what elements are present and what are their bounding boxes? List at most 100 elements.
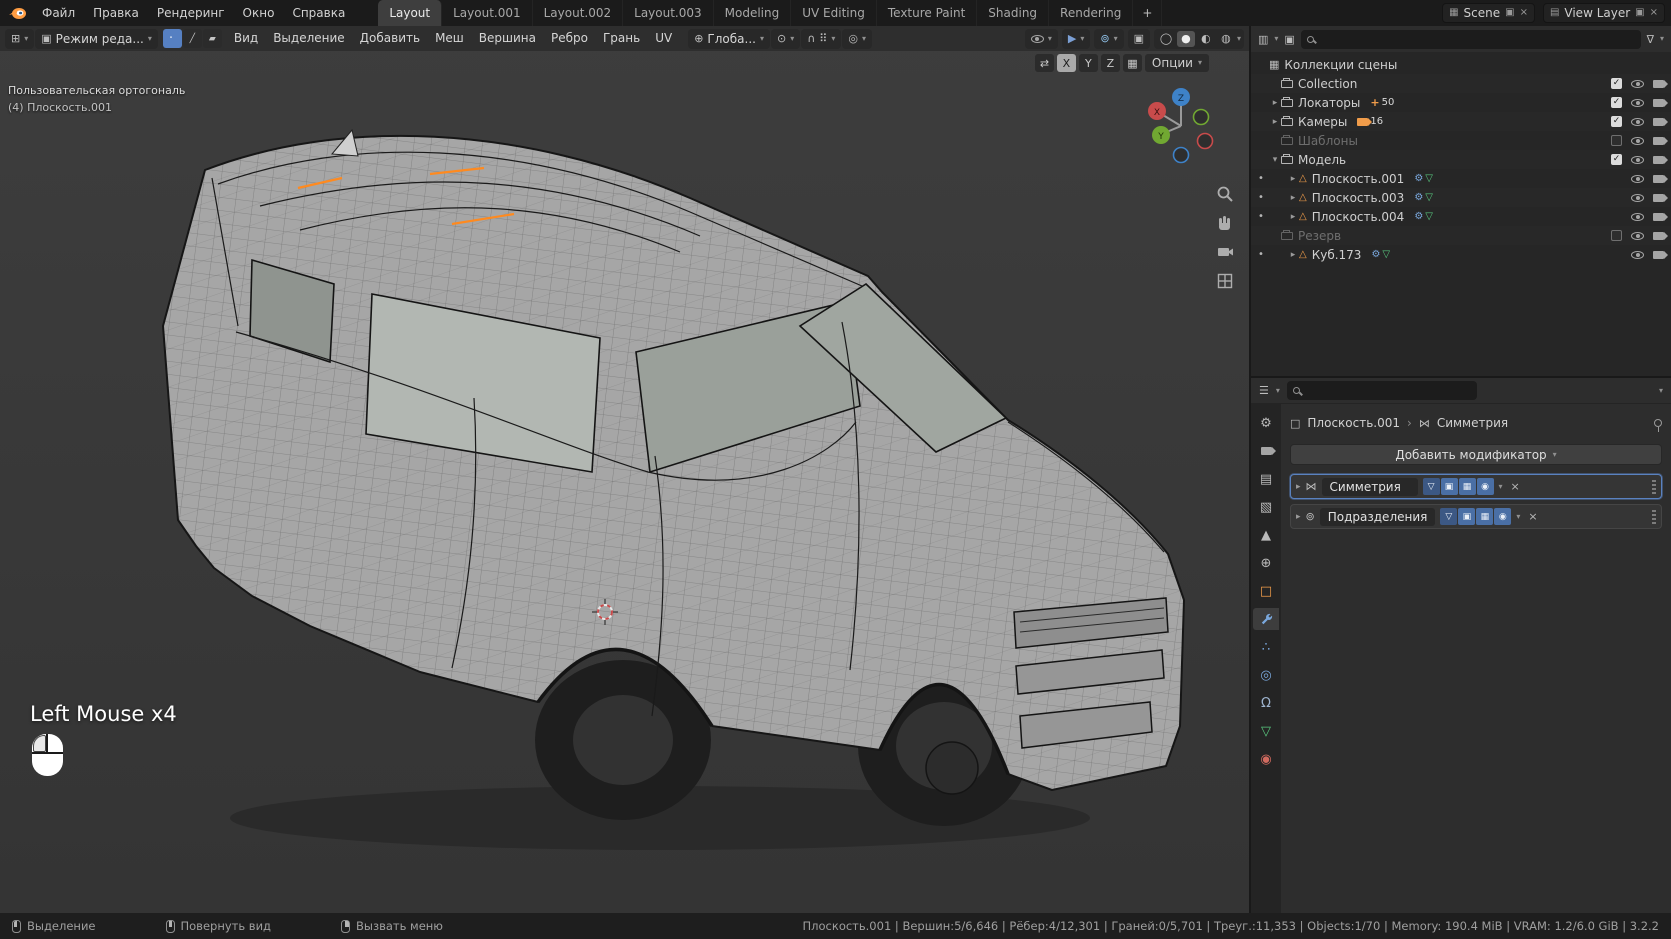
- outliner-row-shablony[interactable]: Шаблоны: [1251, 131, 1671, 150]
- axis-y-button[interactable]: Y: [1079, 54, 1098, 72]
- workspace-tab-layout-001[interactable]: Layout.001: [442, 0, 533, 26]
- exclude-checkbox[interactable]: ✓: [1611, 154, 1622, 165]
- workspace-tab-layout-003[interactable]: Layout.003: [623, 0, 714, 26]
- navigation-gizmo[interactable]: Z X Y: [1139, 84, 1223, 171]
- tab-view-layer[interactable]: ▧: [1253, 496, 1279, 518]
- drag-handle[interactable]: [1652, 480, 1656, 494]
- workspace-tab-layout[interactable]: Layout: [378, 0, 442, 26]
- shading-solid-button[interactable]: ●: [1177, 31, 1195, 47]
- modifier-extras-chevron[interactable]: ▾: [1499, 483, 1503, 491]
- tab-scene[interactable]: ▲: [1253, 524, 1279, 546]
- view-layer-selector[interactable]: ▤ View Layer ▣ ×: [1543, 3, 1665, 23]
- exclude-checkbox[interactable]: [1611, 135, 1622, 146]
- xray-toggle[interactable]: ▣: [1128, 29, 1150, 49]
- render-toggle[interactable]: ◉: [1477, 478, 1494, 495]
- proportional-edit-toggle[interactable]: ◎▾: [842, 29, 872, 49]
- exclude-checkbox[interactable]: ✓: [1611, 97, 1622, 108]
- tab-output[interactable]: ▤: [1253, 468, 1279, 490]
- breadcrumb-object[interactable]: Плоскость.001: [1307, 416, 1400, 430]
- shading-wireframe-button[interactable]: ◯: [1157, 31, 1175, 47]
- menu-select[interactable]: Выделение: [266, 26, 351, 51]
- scene-selector[interactable]: ▦ Scene ▣ ×: [1442, 3, 1535, 23]
- menu-view[interactable]: Вид: [227, 26, 265, 51]
- outliner-row-model[interactable]: ▾ Модель ✓: [1251, 150, 1671, 169]
- tab-world[interactable]: ⊕: [1253, 552, 1279, 574]
- render-visibility-icon[interactable]: [1653, 251, 1664, 259]
- menu-render[interactable]: Рендеринг: [148, 0, 234, 26]
- expand-arrow-icon[interactable]: ▸: [1296, 512, 1301, 522]
- render-visibility-icon[interactable]: [1653, 232, 1664, 240]
- workspace-tab-layout-002[interactable]: Layout.002: [533, 0, 624, 26]
- outliner-row-ploskost-003[interactable]: • ▸△ Плоскость.003 ⚙▽: [1251, 188, 1671, 207]
- delete-modifier-icon[interactable]: ×: [1508, 480, 1523, 493]
- hide-eye-icon[interactable]: [1631, 99, 1644, 107]
- transform-orientation-dropdown[interactable]: ⊕ Глоба... ▾: [688, 29, 770, 49]
- gizmo-x-label[interactable]: X: [1154, 108, 1160, 118]
- viewport-canvas[interactable]: [0, 26, 1249, 913]
- outliner-editor-icon[interactable]: ▥: [1258, 34, 1268, 45]
- workspace-tab-rendering[interactable]: Rendering: [1049, 0, 1133, 26]
- render-visibility-icon[interactable]: [1653, 118, 1664, 126]
- new-scene-icon[interactable]: ▣: [1505, 8, 1514, 18]
- hide-eye-icon[interactable]: [1631, 137, 1644, 145]
- toggle-grid-icon[interactable]: [1215, 271, 1235, 291]
- vertex-select-button[interactable]: ⠂: [163, 29, 182, 48]
- modifier-panel-subdivision[interactable]: ▸ ⊚ Подразделения ▽ ▣ ▦ ◉ ▾ ×: [1290, 504, 1662, 529]
- shading-material-button[interactable]: ◐: [1197, 31, 1215, 47]
- menu-uv[interactable]: UV: [648, 26, 679, 51]
- pivot-point-dropdown[interactable]: ⊙▾: [771, 29, 800, 49]
- render-visibility-icon[interactable]: [1653, 194, 1664, 202]
- breadcrumb-modifier[interactable]: Симметрия: [1437, 416, 1508, 430]
- menu-edge[interactable]: Ребро: [544, 26, 595, 51]
- menu-edit[interactable]: Правка: [84, 0, 148, 26]
- menu-help[interactable]: Справка: [283, 0, 354, 26]
- tab-object-data[interactable]: ▽: [1253, 720, 1279, 742]
- workspace-tab-shading[interactable]: Shading: [977, 0, 1049, 26]
- tab-object[interactable]: □: [1253, 580, 1279, 602]
- edge-select-button[interactable]: ╱: [183, 29, 202, 48]
- outliner-root-scene[interactable]: ▦ Коллекции сцены: [1251, 55, 1671, 74]
- workspace-tab-uv-editing[interactable]: UV Editing: [791, 0, 877, 26]
- hide-eye-icon[interactable]: [1631, 232, 1644, 240]
- hide-eye-icon[interactable]: [1631, 251, 1644, 259]
- gizmo-neg-x[interactable]: [1198, 134, 1213, 149]
- axis-x-button[interactable]: X: [1057, 54, 1076, 72]
- tab-modifiers[interactable]: [1253, 608, 1279, 630]
- pin-icon[interactable]: [1654, 419, 1662, 427]
- tab-tool[interactable]: ⚙: [1253, 412, 1279, 434]
- edit-mode-toggle[interactable]: ▣: [1441, 478, 1458, 495]
- pan-hand-icon[interactable]: [1215, 213, 1235, 233]
- remove-view-layer-icon[interactable]: ×: [1650, 8, 1658, 18]
- modifier-name-field[interactable]: Подразделения: [1320, 508, 1436, 526]
- properties-search-input[interactable]: [1287, 381, 1477, 400]
- unlink-scene-icon[interactable]: ×: [1520, 8, 1528, 18]
- face-select-button[interactable]: ▰: [203, 29, 222, 48]
- mode-dropdown[interactable]: ▣ Режим реда... ▾: [35, 29, 158, 49]
- tab-render[interactable]: [1253, 440, 1279, 462]
- hide-eye-icon[interactable]: [1631, 156, 1644, 164]
- camera-view-icon[interactable]: [1215, 242, 1235, 262]
- tab-material[interactable]: ◉: [1253, 748, 1279, 770]
- options-dropdown[interactable]: Опции ▾: [1145, 54, 1209, 72]
- render-visibility-icon[interactable]: [1653, 175, 1664, 183]
- menu-mesh[interactable]: Меш: [428, 26, 471, 51]
- exclude-checkbox[interactable]: ✓: [1611, 116, 1622, 127]
- hide-eye-icon[interactable]: [1631, 80, 1644, 88]
- gizmo-neg-y[interactable]: [1194, 110, 1209, 125]
- render-visibility-icon[interactable]: [1653, 137, 1664, 145]
- outliner-row-kamery[interactable]: ▸ Камеры 16 ✓: [1251, 112, 1671, 131]
- workspace-tab-modeling[interactable]: Modeling: [714, 0, 792, 26]
- add-workspace-button[interactable]: +: [1133, 0, 1162, 26]
- gizmo-y-label[interactable]: Y: [1157, 132, 1164, 142]
- modifier-name-field[interactable]: Симметрия: [1322, 478, 1418, 496]
- properties-editor-icon[interactable]: ☰: [1259, 385, 1269, 396]
- menu-vertex[interactable]: Вершина: [472, 26, 543, 51]
- on-cage-toggle[interactable]: ▽: [1423, 478, 1440, 495]
- exclude-checkbox[interactable]: ✓: [1611, 78, 1622, 89]
- viewport-3d[interactable]: ⊞▾ ▣ Режим реда... ▾ ⠂ ╱ ▰ Вид Выделение…: [0, 26, 1249, 913]
- on-cage-toggle[interactable]: ▽: [1440, 508, 1457, 525]
- gizmos-toggle[interactable]: ▶▾: [1062, 29, 1090, 49]
- expand-arrow-icon[interactable]: ▸: [1296, 482, 1301, 492]
- editor-type-button[interactable]: ⊞▾: [5, 29, 34, 49]
- overlays-toggle[interactable]: ⊚▾: [1094, 29, 1123, 49]
